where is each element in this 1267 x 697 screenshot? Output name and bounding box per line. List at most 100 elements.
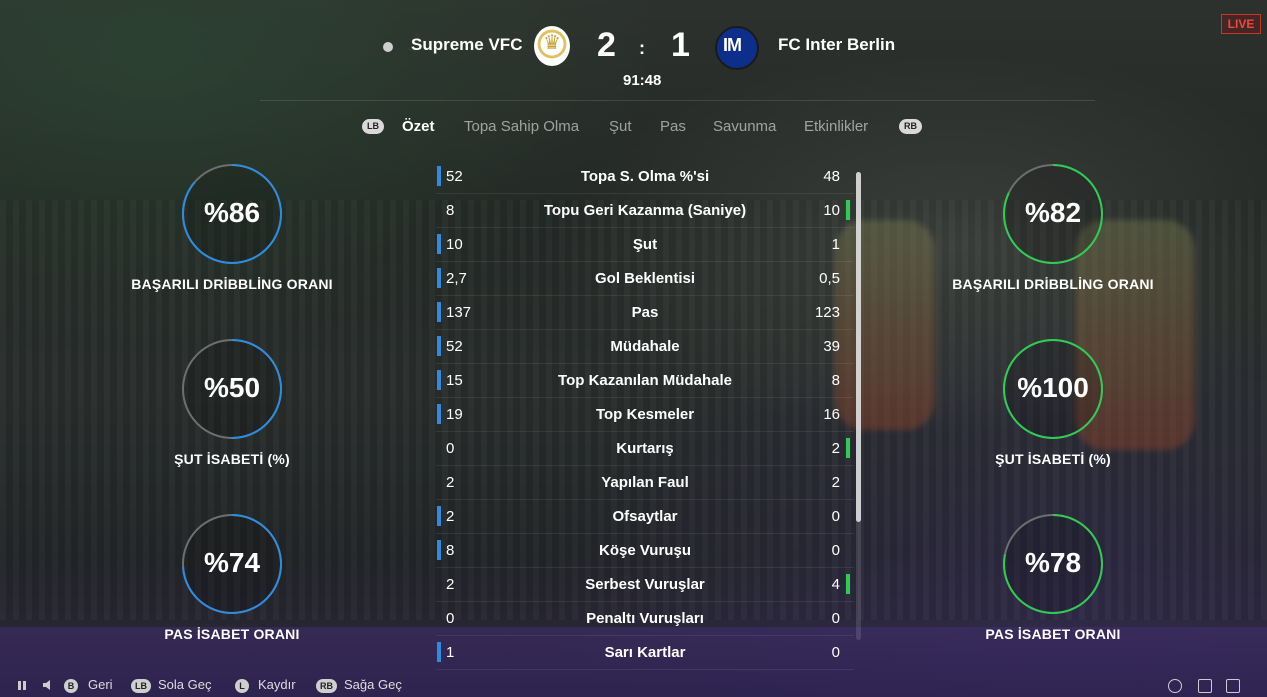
tab-ozet[interactable]: Özet <box>402 118 435 135</box>
rb-button-icon[interactable]: RB <box>899 119 922 134</box>
home-stat-value: 10 <box>446 236 463 253</box>
away-stat-value: 0,5 <box>819 270 840 287</box>
away-team-crest-icon: IM <box>715 26 759 70</box>
footer-scroll-label[interactable]: Kaydır <box>258 677 296 692</box>
tab-topa-sahip-olma[interactable]: Topa Sahip Olma <box>464 118 579 135</box>
home-stat-value: 2 <box>446 576 455 593</box>
lb-button-icon: LB <box>131 679 151 693</box>
volume-icon[interactable] <box>42 679 54 691</box>
stat-name: Pas <box>631 304 659 321</box>
away-stat-value: 0 <box>831 610 840 627</box>
away-stat-value: 123 <box>814 304 840 321</box>
home-leader-bar <box>437 506 441 526</box>
away-stat-value: 0 <box>831 644 840 661</box>
away-stat-value: 0 <box>831 542 840 559</box>
tab-sut[interactable]: Şut <box>609 118 632 135</box>
away-leader-bar <box>846 438 850 458</box>
lb-button-icon[interactable]: LB <box>362 119 384 134</box>
stats-table[interactable]: 52 Topa S. Olma %'si 48 8 Topu Geri Kazanma … <box>436 160 854 670</box>
stats-icon[interactable] <box>1198 679 1212 693</box>
ring-label: PAS İSABET ORANI <box>164 626 300 642</box>
away-leader-bar <box>846 200 850 220</box>
ring-value: %86 <box>203 197 261 228</box>
stat-row: 19 Top Kesmeler 16 <box>436 398 854 432</box>
stat-row: 0 Penaltı Vuruşları 0 <box>436 602 854 636</box>
home-stat-value: 19 <box>446 406 463 423</box>
away-stat-value: 48 <box>823 168 840 185</box>
home-stat-value: 8 <box>446 202 455 219</box>
stat-row: 8 Köşe Vuruşu 0 <box>436 534 854 568</box>
home-stat-value: 15 <box>446 372 463 389</box>
home-dribbling-ring: %86 <box>182 164 282 264</box>
away-dribbling-ring: %82 <box>1003 164 1103 264</box>
away-score: 1 <box>671 26 690 64</box>
home-pass-accuracy-ring: %74 <box>182 514 282 614</box>
away-stat-value: 2 <box>831 440 840 457</box>
footer-switch-right-label[interactable]: Sağa Geç <box>344 677 402 692</box>
b-button-icon: B <box>64 679 78 693</box>
scoreboard: Supreme VFC ♛ 2 : 1 IM FC Inter Berlin 9… <box>0 0 1267 100</box>
header-divider <box>260 100 1095 101</box>
stat-name: Penaltı Vuruşları <box>586 610 704 627</box>
home-leader-bar <box>437 234 441 254</box>
home-team-name: Supreme VFC <box>411 35 523 54</box>
away-team-name: FC Inter Berlin <box>778 35 896 54</box>
away-stat-value: 4 <box>831 576 840 593</box>
left-stick-icon: L <box>235 679 249 693</box>
home-stat-value: 52 <box>446 168 463 185</box>
pause-icon[interactable] <box>16 679 28 691</box>
away-stat-value: 2 <box>831 474 840 491</box>
footer-switch-left-label[interactable]: Sola Geç <box>158 677 211 692</box>
tab-pas[interactable]: Pas <box>660 118 686 135</box>
settings-gear-icon[interactable] <box>1168 679 1182 693</box>
stat-name: Köşe Vuruşu <box>599 542 691 559</box>
away-pass-accuracy-ring: %78 <box>1003 514 1103 614</box>
home-shot-accuracy-ring: %50 <box>182 339 282 439</box>
stat-name: Top Kazanılan Müdahale <box>558 372 732 389</box>
stat-name: Sarı Kartlar <box>604 644 686 661</box>
stat-row: 0 Kurtarış 2 <box>436 432 854 466</box>
possession-dot-icon <box>383 42 393 52</box>
home-leader-bar <box>437 370 441 390</box>
ring-value: %82 <box>1024 197 1082 228</box>
tab-savunma[interactable]: Savunma <box>713 118 776 135</box>
stat-row: 10 Şut 1 <box>436 228 854 262</box>
home-stat-value: 8 <box>446 542 455 559</box>
home-leader-bar <box>437 268 441 288</box>
stat-name: Topu Geri Kazanma (Saniye) <box>543 202 747 219</box>
controls-footer: B Geri LB Sola Geç L Kaydır RB Sağa Geç <box>0 677 1267 697</box>
stat-row: 2 Yapılan Faul 2 <box>436 466 854 500</box>
stat-name: Topa S. Olma %'si <box>580 168 710 185</box>
away-shot-accuracy-ring: %100 <box>1003 339 1103 439</box>
scrollbar-thumb[interactable] <box>856 172 861 522</box>
stat-row: 1 Sarı Kartlar 0 <box>436 636 854 670</box>
stat-row: 15 Top Kazanılan Müdahale 8 <box>436 364 854 398</box>
stat-name: Kurtarış <box>616 440 674 457</box>
home-stat-value: 0 <box>446 440 455 457</box>
stat-name: Şut <box>632 236 658 253</box>
stat-row: 52 Müdahale 39 <box>436 330 854 364</box>
home-stat-value: 1 <box>446 644 455 661</box>
fullscreen-icon[interactable] <box>1226 679 1240 693</box>
home-stat-value: 2,7 <box>446 270 467 287</box>
home-score: 2 <box>597 26 616 64</box>
away-stat-value: 16 <box>823 406 840 423</box>
stat-name: Top Kesmeler <box>595 406 695 423</box>
rb-button-icon: RB <box>316 679 337 693</box>
stat-row: 137 Pas 123 <box>436 296 854 330</box>
stat-row: 52 Topa S. Olma %'si 48 <box>436 160 854 194</box>
footer-back-label[interactable]: Geri <box>88 677 113 692</box>
stat-row: 2 Serbest Vuruşlar 4 <box>436 568 854 602</box>
home-leader-bar <box>437 642 441 662</box>
tab-etkinlikler[interactable]: Etkinlikler <box>804 118 868 135</box>
home-leader-bar <box>437 540 441 560</box>
away-leader-bar <box>846 574 850 594</box>
stats-scrollbar[interactable] <box>856 172 861 640</box>
away-stat-value: 39 <box>823 338 840 355</box>
away-stat-value: 0 <box>831 508 840 525</box>
away-stat-value: 10 <box>823 202 840 219</box>
home-leader-bar <box>437 336 441 356</box>
ring-label: BAŞARILI DRİBBLİNG ORANI <box>952 276 1154 292</box>
home-leader-bar <box>437 166 441 186</box>
ring-label: BAŞARILI DRİBBLİNG ORANI <box>131 276 333 292</box>
